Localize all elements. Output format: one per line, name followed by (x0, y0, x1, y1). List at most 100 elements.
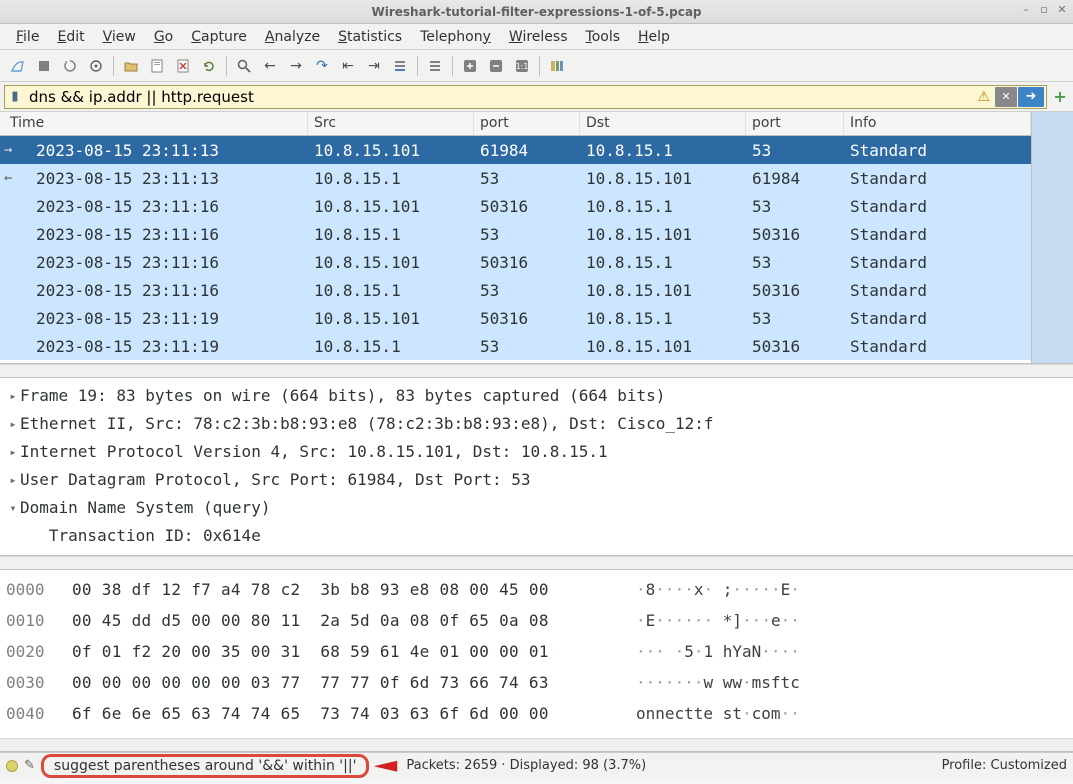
zoom-in-icon[interactable] (458, 54, 482, 78)
go-back-icon[interactable]: ← (258, 54, 282, 78)
minimize-icon[interactable]: – (1019, 2, 1033, 16)
packet-row[interactable]: 2023-08-15 23:11:1610.8.15.15310.8.15.10… (0, 276, 1031, 304)
cell-src: 10.8.15.101 (308, 197, 474, 216)
menu-file[interactable]: File (8, 26, 47, 48)
zoom-out-icon[interactable] (484, 54, 508, 78)
packet-list-scrollbar[interactable] (1031, 112, 1073, 363)
auto-scroll-icon[interactable] (388, 54, 412, 78)
jump-to-icon[interactable]: ↷ (310, 54, 334, 78)
hex-row[interactable]: 000000 38 df 12 f7 a4 78 c2 3b b8 93 e8 … (6, 574, 1067, 605)
detail-row[interactable]: Transaction ID: 0x614e (6, 522, 1067, 550)
column-header-sport[interactable]: port (474, 112, 580, 135)
hex-row[interactable]: 003000 00 00 00 00 00 03 77 77 77 0f 6d … (6, 667, 1067, 698)
save-file-icon[interactable] (145, 54, 169, 78)
toolbar-separator (417, 56, 418, 76)
menu-analyze[interactable]: Analyze (257, 26, 328, 48)
detail-row[interactable]: ▾Domain Name System (query) (6, 494, 1067, 522)
go-last-icon[interactable]: ⇥ (362, 54, 386, 78)
cell-dport: 50316 (746, 225, 844, 244)
highlight-arrow-icon: ◄ (374, 753, 398, 778)
edit-comment-icon[interactable]: ✎ (24, 758, 35, 773)
maximize-icon[interactable]: ▫ (1037, 2, 1051, 16)
cell-dport: 50316 (746, 281, 844, 300)
cell-sport: 50316 (474, 309, 580, 328)
packet-details-pane[interactable]: ▸Frame 19: 83 bytes on wire (664 bits), … (0, 378, 1073, 556)
zoom-reset-icon[interactable]: 1:1 (510, 54, 534, 78)
menu-edit[interactable]: Edit (49, 26, 92, 48)
details-hscroll[interactable] (0, 556, 1073, 570)
colorize-icon[interactable] (423, 54, 447, 78)
toolbar-separator (452, 56, 453, 76)
capture-options-icon[interactable] (84, 54, 108, 78)
expert-info-message[interactable]: suggest parentheses around '&&' within '… (41, 754, 370, 778)
cell-dport: 53 (746, 309, 844, 328)
menu-view[interactable]: View (95, 26, 144, 48)
go-first-icon[interactable]: ⇤ (336, 54, 360, 78)
apply-filter-button[interactable]: ➜ (1018, 87, 1044, 107)
cell-sport: 53 (474, 225, 580, 244)
detail-row[interactable]: ▸Ethernet II, Src: 78:c2:3b:b8:93:e8 (78… (6, 410, 1067, 438)
detail-row[interactable]: ▸Frame 19: 83 bytes on wire (664 bits), … (6, 382, 1067, 410)
cell-src: 10.8.15.101 (308, 141, 474, 160)
open-file-icon[interactable] (119, 54, 143, 78)
display-filter-input[interactable] (25, 88, 973, 106)
packet-list-hscroll[interactable] (0, 364, 1073, 378)
expand-toggle-icon[interactable]: ▸ (6, 438, 20, 466)
column-header-info[interactable]: Info (844, 112, 1031, 135)
detail-row[interactable]: ▸User Datagram Protocol, Src Port: 61984… (6, 466, 1067, 494)
menu-help[interactable]: Help (630, 26, 678, 48)
menu-tools[interactable]: Tools (578, 26, 629, 48)
packet-row[interactable]: 2023-08-15 23:11:1910.8.15.1015031610.8.… (0, 304, 1031, 332)
menu-telephony[interactable]: Telephony (412, 26, 499, 48)
hex-row[interactable]: 00200f 01 f2 20 00 35 00 31 68 59 61 4e … (6, 636, 1067, 667)
packet-row[interactable]: 2023-08-15 23:11:1610.8.15.1015031610.8.… (0, 248, 1031, 276)
find-icon[interactable] (232, 54, 256, 78)
menu-go[interactable]: Go (146, 26, 181, 48)
profile-selector[interactable]: Profile: Customized (942, 758, 1067, 773)
resize-columns-icon[interactable] (545, 54, 569, 78)
packet-row[interactable]: 2023-08-15 23:11:1910.8.15.15310.8.15.10… (0, 332, 1031, 360)
hex-offset: 0030 (6, 667, 72, 698)
reload-file-icon[interactable] (197, 54, 221, 78)
expand-toggle-icon[interactable]: ▸ (6, 466, 20, 494)
expand-toggle-icon[interactable]: ▸ (6, 410, 20, 438)
clear-filter-button[interactable]: ✕ (995, 87, 1017, 107)
column-header-src[interactable]: Src (308, 112, 474, 135)
detail-row[interactable]: ▸Internet Protocol Version 4, Src: 10.8.… (6, 438, 1067, 466)
cell-src: 10.8.15.1 (308, 281, 474, 300)
packet-list-pane: Time Src port Dst port Info →2023-08-15 … (0, 112, 1073, 364)
shark-fin-icon[interactable] (6, 54, 30, 78)
close-file-icon[interactable] (171, 54, 195, 78)
packet-bytes-pane[interactable]: 000000 38 df 12 f7 a4 78 c2 3b b8 93 e8 … (0, 570, 1073, 738)
window-title: Wireshark-tutorial-filter-expressions-1-… (371, 5, 701, 19)
bytes-hscroll[interactable] (0, 738, 1073, 752)
hex-row[interactable]: 001000 45 dd d5 00 00 80 11 2a 5d 0a 08 … (6, 605, 1067, 636)
bookmark-icon[interactable]: ▮ (5, 89, 25, 104)
expand-toggle-icon[interactable]: ▾ (6, 494, 20, 522)
hex-row[interactable]: 00406f 6e 6e 65 63 74 74 65 73 74 03 63 … (6, 698, 1067, 729)
hex-offset: 0010 (6, 605, 72, 636)
hex-ascii: onnectte st·com·· (636, 704, 800, 723)
column-header-time[interactable]: Time (0, 112, 308, 135)
cell-dport: 53 (746, 253, 844, 272)
column-header-dst[interactable]: Dst (580, 112, 746, 135)
packet-row[interactable]: 2023-08-15 23:11:1610.8.15.1015031610.8.… (0, 192, 1031, 220)
go-forward-icon[interactable]: → (284, 54, 308, 78)
toolbar-separator (226, 56, 227, 76)
cell-dst: 10.8.15.101 (580, 281, 746, 300)
menu-capture[interactable]: Capture (183, 26, 255, 48)
packet-row[interactable]: →2023-08-15 23:11:1310.8.15.1016198410.8… (0, 136, 1031, 164)
expand-toggle-icon[interactable]: ▸ (6, 382, 20, 410)
packet-row[interactable]: ←2023-08-15 23:11:1310.8.15.15310.8.15.1… (0, 164, 1031, 192)
restart-capture-icon[interactable] (58, 54, 82, 78)
menu-statistics[interactable]: Statistics (330, 26, 410, 48)
hex-offset: 0000 (6, 574, 72, 605)
packet-row[interactable]: 2023-08-15 23:11:1610.8.15.15310.8.15.10… (0, 220, 1031, 248)
add-filter-expression-button[interactable]: + (1051, 87, 1069, 106)
menu-wireless[interactable]: Wireless (501, 26, 576, 48)
stop-capture-icon[interactable] (32, 54, 56, 78)
close-icon[interactable]: ✕ (1055, 2, 1069, 16)
hex-bytes: 00 45 dd d5 00 00 80 11 2a 5d 0a 08 0f 6… (72, 605, 636, 636)
column-header-dport[interactable]: port (746, 112, 844, 135)
expert-info-icon[interactable] (6, 760, 18, 772)
